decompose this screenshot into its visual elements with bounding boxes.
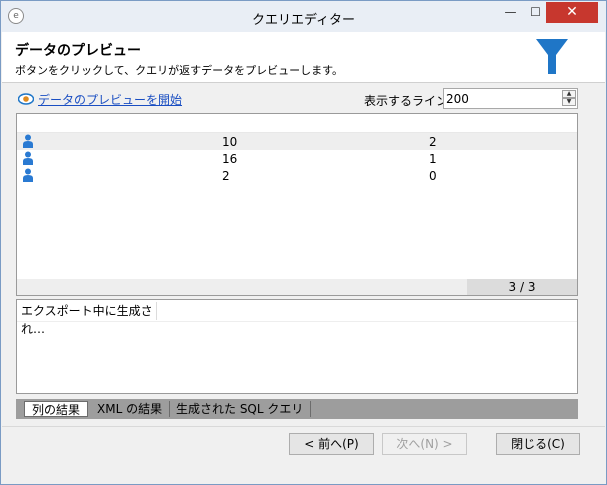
lines-input[interactable] — [446, 91, 556, 106]
eye-icon — [18, 93, 34, 105]
title-bar[interactable]: e クエリエディター — ☐ ✕ — [1, 1, 606, 32]
tab-generated-sql[interactable]: 生成された SQL クエリ — [169, 401, 312, 417]
cell-col1: 16 — [222, 152, 238, 166]
user-icon — [23, 151, 33, 165]
results-footer: 3 / 3 — [17, 279, 577, 295]
next-button[interactable]: 次へ(N) > — [382, 433, 467, 455]
start-preview-link[interactable]: データのプレビューを開始 — [38, 91, 182, 108]
start-preview-link-group: データのプレビューを開始 — [18, 91, 182, 107]
cell-col2: 1 — [429, 152, 437, 166]
results-grid[interactable]: 10 2 16 1 2 0 3 / 3 — [16, 113, 578, 296]
output-status: エクスポート中に生成され… — [18, 302, 157, 336]
cell-col1: 2 — [222, 169, 230, 183]
maximize-button[interactable]: ☐ — [522, 2, 549, 23]
lines-stepper[interactable]: ▲ ▼ — [443, 88, 578, 109]
row-count: 3 / 3 — [467, 279, 577, 295]
table-row[interactable]: 16 1 — [17, 150, 577, 167]
previous-button[interactable]: < 前へ(P) — [289, 433, 374, 455]
results-header-row — [17, 114, 577, 133]
page-subtitle: ボタンをクリックして、クエリが返すデータをプレビューします。 — [15, 64, 344, 77]
close-button[interactable]: 閉じる(C) — [496, 433, 580, 455]
close-window-button[interactable]: ✕ — [546, 2, 598, 23]
cell-col2: 0 — [429, 169, 437, 183]
table-row[interactable]: 2 0 — [17, 167, 577, 184]
spinner-down-icon[interactable]: ▼ — [562, 98, 576, 106]
user-icon — [23, 168, 33, 182]
user-icon — [23, 134, 33, 148]
tab-column-results[interactable]: 列の結果 — [24, 401, 89, 417]
tab-xml-results[interactable]: XML の結果 — [90, 401, 171, 417]
cell-col1: 10 — [222, 135, 238, 149]
spinner-up-icon[interactable]: ▲ — [562, 90, 576, 98]
cell-col2: 2 — [429, 135, 437, 149]
output-divider — [17, 321, 577, 322]
lines-label: 表示するライン: — [364, 94, 453, 108]
output-panel[interactable]: エクスポート中に生成され… — [16, 299, 578, 394]
filter-icon — [536, 39, 568, 74]
page-title: データのプレビュー — [15, 43, 141, 59]
footer-divider — [2, 426, 605, 427]
query-editor-window: e クエリエディター — ☐ ✕ データのプレビュー ボタンをクリックして、クエ… — [0, 0, 607, 485]
minimize-button[interactable]: — — [497, 2, 524, 23]
wizard-header: データのプレビュー ボタンをクリックして、クエリが返すデータをプレビューします。 — [2, 32, 605, 83]
lines-spinner[interactable]: ▲ ▼ — [562, 90, 576, 107]
table-row[interactable]: 10 2 — [17, 133, 577, 150]
result-tabs: 列の結果 XML の結果 生成された SQL クエリ — [16, 399, 578, 419]
